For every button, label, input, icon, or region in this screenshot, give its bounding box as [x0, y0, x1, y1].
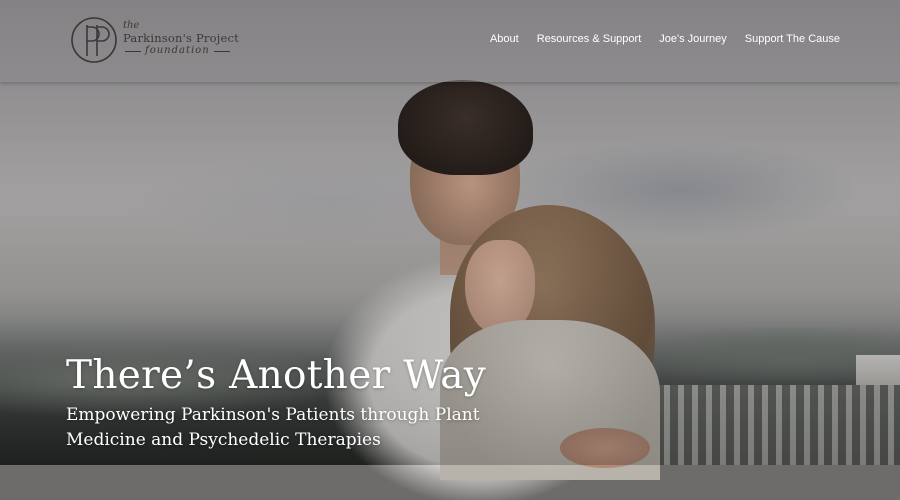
pp-monogram-icon	[71, 17, 117, 63]
logo-foundation-text: foundation	[145, 45, 210, 56]
nav-link-resources-support[interactable]: Resources & Support	[537, 33, 642, 45]
logo-wordmark: the Parkinson's Project foundation	[123, 20, 243, 57]
nav-link-support-the-cause[interactable]: Support The Cause	[745, 33, 840, 45]
nav-link-about[interactable]: About	[490, 33, 519, 45]
logo-line-name: Parkinson's Project	[123, 31, 239, 45]
main-navigation: About Resources & Support Joe's Journey …	[472, 33, 840, 45]
site-header: the Parkinson's Project foundation About…	[0, 0, 900, 82]
logo-line-foundation: foundation	[125, 45, 243, 57]
nav-link-joes-journey[interactable]: Joe's Journey	[659, 33, 727, 45]
logo-rule-left	[125, 50, 141, 52]
site-logo-link[interactable]: the Parkinson's Project foundation	[70, 16, 240, 66]
hero-subtitle: Empowering Parkinson's Patients through …	[66, 405, 480, 450]
logo-rule-right	[213, 50, 230, 52]
hero-title: There’s Another Way	[66, 353, 487, 398]
logo-line-the: the	[123, 20, 140, 31]
